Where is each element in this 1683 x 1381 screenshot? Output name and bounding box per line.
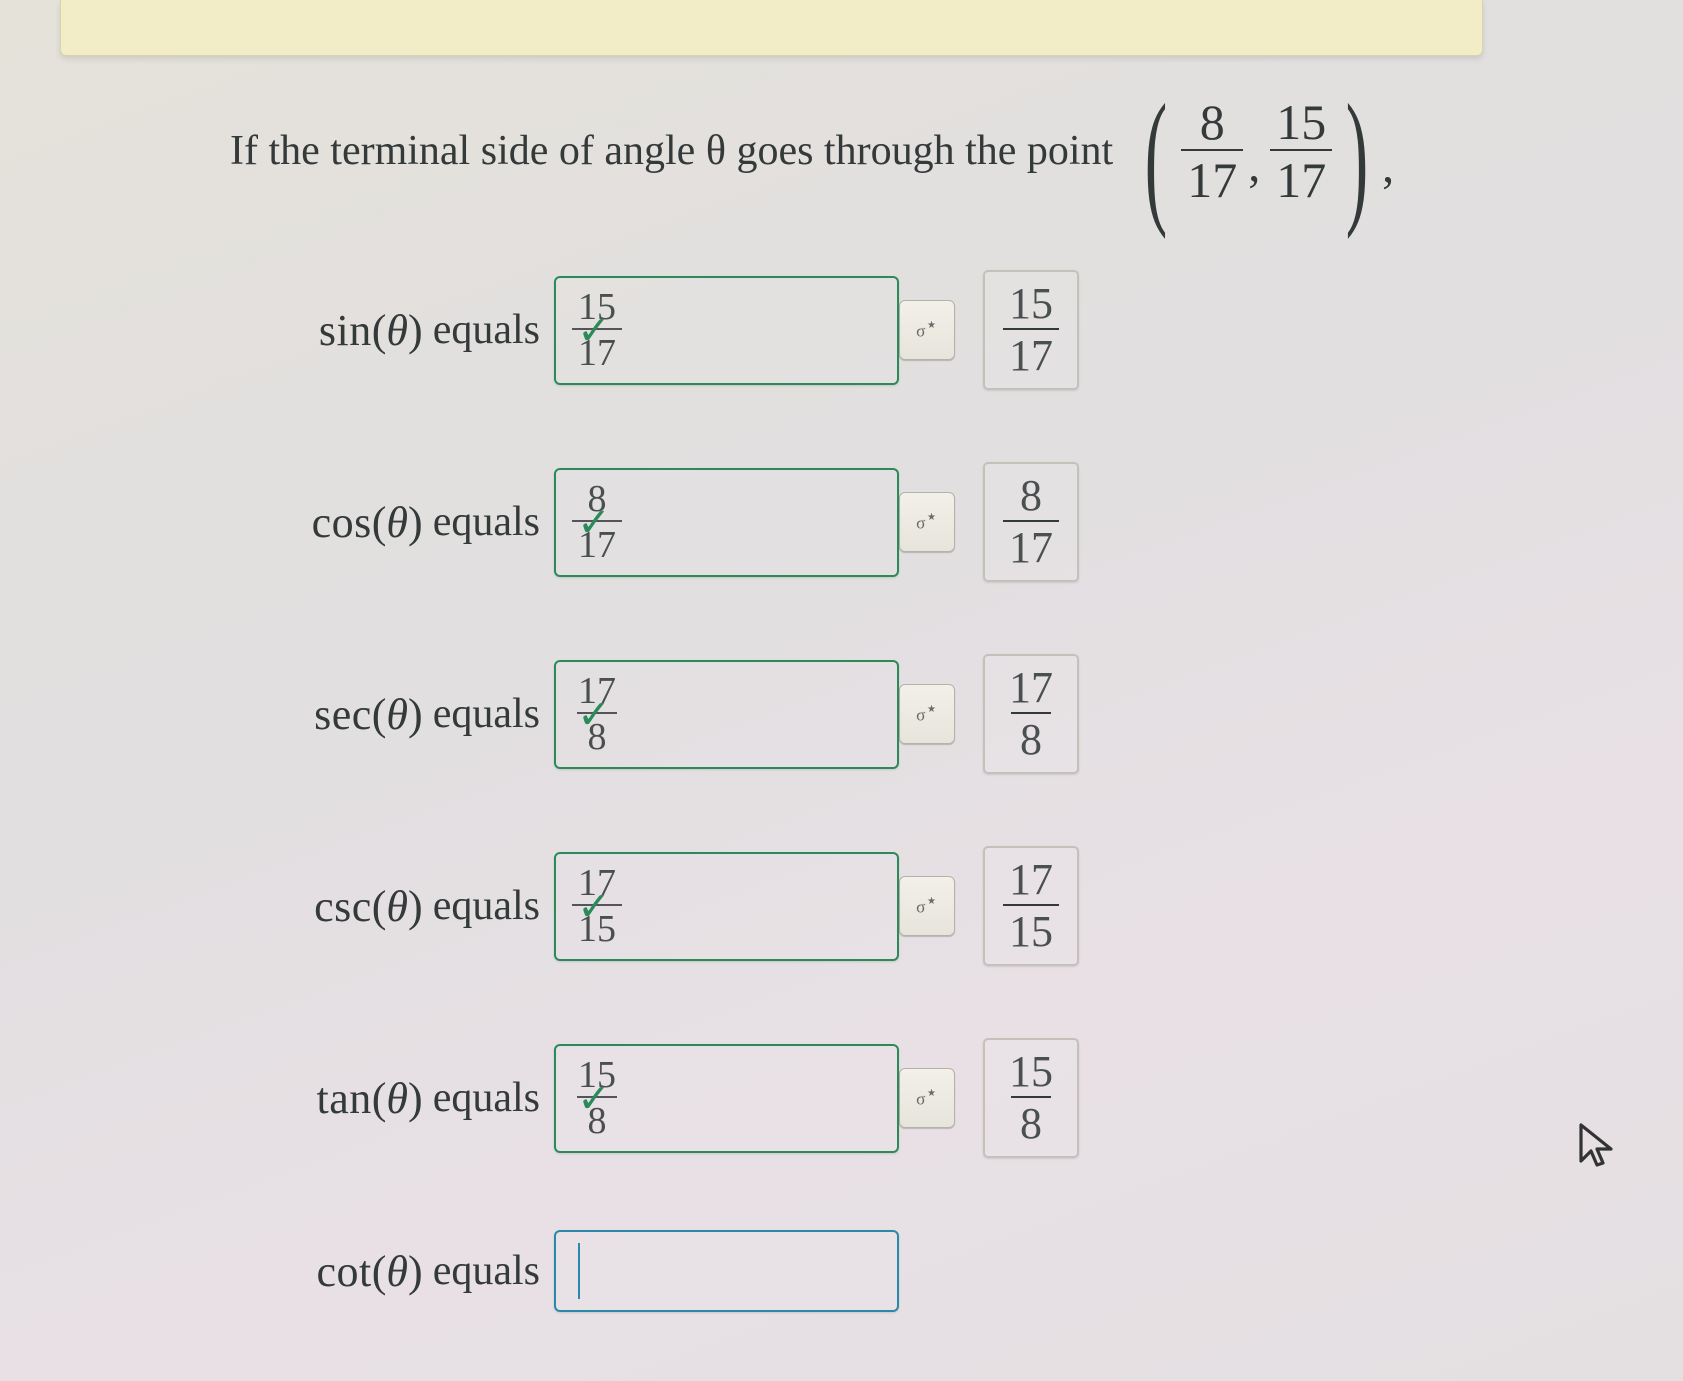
point-comma: , — [1248, 138, 1260, 193]
svg-text:σ: σ — [916, 514, 926, 533]
correct-icon: ✓ — [576, 307, 612, 354]
label-csc: csc (θ) equals — [250, 881, 540, 932]
correct-icon: ✓ — [576, 1075, 612, 1122]
svg-text:★: ★ — [927, 320, 936, 331]
math-toolbox-button[interactable]: σ★ — [899, 684, 955, 744]
svg-text:★: ★ — [927, 1088, 936, 1099]
label-sin: sin (θ) equals — [250, 305, 540, 356]
input-sec[interactable]: 17 8 ✓ — [554, 660, 899, 769]
correct-icon: ✓ — [576, 883, 612, 930]
preview-sec: 17 8 — [983, 654, 1079, 774]
label-cos: cos (θ) equals — [250, 497, 540, 548]
row-cos: cos (θ) equals 8 17 ✓ σ★ 8 17 — [250, 462, 1079, 582]
correct-icon: ✓ — [576, 691, 612, 738]
theta-csc: (θ) — [372, 881, 423, 932]
point-x-fraction: 8 17 — [1181, 95, 1243, 207]
input-cot[interactable] — [554, 1230, 899, 1312]
preview-cos: 8 17 — [983, 462, 1079, 582]
math-toolbox-button[interactable]: σ★ — [899, 492, 955, 552]
row-tan: tan (θ) equals 15 8 ✓ σ★ 15 8 — [250, 1038, 1079, 1158]
row-cot: cot (θ) equals — [250, 1230, 1079, 1312]
input-csc[interactable]: 17 15 ✓ — [554, 852, 899, 961]
point-y-fraction: 15 17 — [1270, 95, 1332, 207]
theta-sin: (θ) — [372, 305, 423, 356]
input-tan[interactable]: 15 8 ✓ — [554, 1044, 899, 1153]
text-cursor — [578, 1243, 580, 1299]
math-toolbox-button[interactable]: σ★ — [899, 1068, 955, 1128]
theta-sec: (θ) — [372, 689, 423, 740]
preview-tan: 15 8 — [983, 1038, 1079, 1158]
svg-text:σ: σ — [916, 1090, 926, 1109]
input-sin[interactable]: 15 17 ✓ — [554, 276, 899, 385]
question-text: If the terminal side of angle θ goes thr… — [230, 95, 1394, 207]
theta-cos: (θ) — [372, 497, 423, 548]
mouse-cursor-icon — [1575, 1119, 1623, 1171]
svg-text:σ: σ — [916, 322, 926, 341]
math-toolbox-button[interactable]: σ★ — [899, 876, 955, 936]
preview-sin: 15 17 — [983, 270, 1079, 390]
label-sec: sec (θ) equals — [250, 689, 540, 740]
math-toolbox-button[interactable]: σ★ — [899, 300, 955, 360]
theta-cot: (θ) — [372, 1246, 423, 1297]
svg-text:★: ★ — [927, 512, 936, 523]
input-cos[interactable]: 8 17 ✓ — [554, 468, 899, 577]
svg-text:σ: σ — [916, 706, 926, 725]
label-cot: cot (θ) equals — [250, 1246, 540, 1297]
trailing-comma: , — [1382, 139, 1394, 194]
hint-banner — [60, 0, 1483, 56]
svg-text:★: ★ — [927, 704, 936, 715]
question-prose: If the terminal side of angle θ goes thr… — [230, 127, 1113, 175]
row-sin: sin (θ) equals 15 17 ✓ σ★ 15 17 — [250, 270, 1079, 390]
svg-text:★: ★ — [927, 896, 936, 907]
point-coordinates: 8 17 , 15 17 — [1181, 95, 1332, 207]
label-tan: tan (θ) equals — [250, 1073, 540, 1124]
correct-icon: ✓ — [576, 499, 612, 546]
row-sec: sec (θ) equals 17 8 ✓ σ★ 17 8 — [250, 654, 1079, 774]
svg-text:σ: σ — [916, 898, 926, 917]
preview-csc: 17 15 — [983, 846, 1079, 966]
theta-tan: (θ) — [372, 1073, 423, 1124]
answer-rows: sin (θ) equals 15 17 ✓ σ★ 15 17 cos (θ) … — [250, 270, 1079, 1312]
row-csc: csc (θ) equals 17 15 ✓ σ★ 17 15 — [250, 846, 1079, 966]
